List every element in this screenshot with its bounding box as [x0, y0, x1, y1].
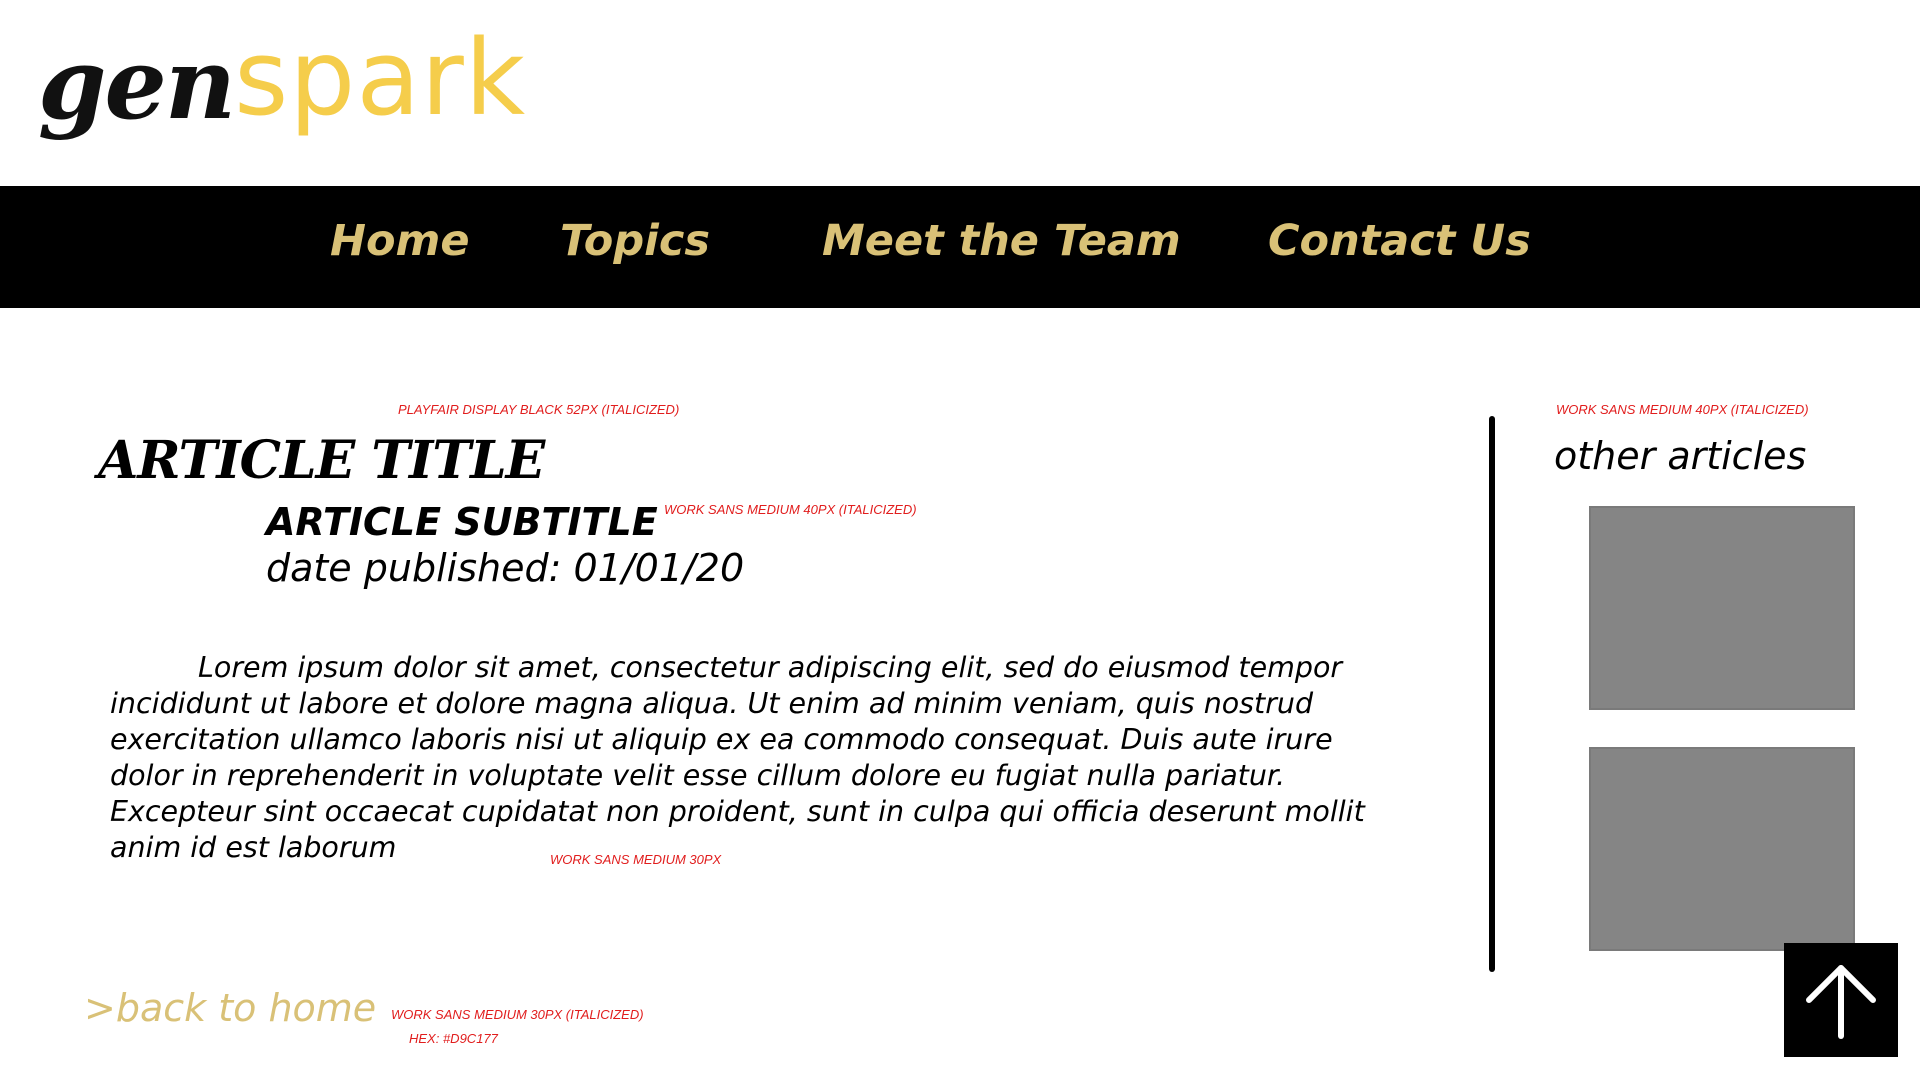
subtitle-font-annotation: WORK SANS MEDIUM 40PX (ITALICIZED)	[664, 502, 917, 517]
main-navbar: Home Topics Meet the Team Contact Us	[0, 186, 1920, 308]
scroll-to-top-button[interactable]	[1784, 943, 1898, 1057]
logo-spark-text: spark	[234, 17, 527, 139]
article-title: ARTICLE TITLE	[98, 430, 545, 491]
nav-item-home[interactable]: Home	[330, 216, 470, 266]
logo-gen-text: gen	[38, 27, 236, 142]
back-to-home-link[interactable]: >back to home	[84, 986, 376, 1030]
back-link-hex-annotation: HEX: #D9C177	[409, 1031, 498, 1046]
nav-item-meet-the-team[interactable]: Meet the Team	[822, 216, 1181, 266]
date-published: date published: 01/01/20	[266, 546, 745, 590]
nav-item-topics[interactable]: Topics	[560, 216, 710, 266]
article-subtitle: ARTICLE SUBTITLE	[266, 500, 658, 544]
genspark-logo[interactable]: gen spark	[38, 16, 526, 156]
nav-item-contact-us[interactable]: Contact Us	[1268, 216, 1531, 266]
other-article-thumbnail-2[interactable]	[1589, 747, 1855, 951]
other-articles-heading: other articles	[1554, 434, 1807, 478]
arrow-up-icon	[1806, 965, 1876, 1039]
title-font-annotation: PLAYFAIR DISPLAY BLACK 52PX (ITALICIZED)	[398, 402, 680, 417]
other-article-thumbnail-1[interactable]	[1589, 506, 1855, 710]
sidebar-font-annotation: WORK SANS MEDIUM 40PX (ITALICIZED)	[1556, 402, 1809, 417]
back-link-font-annotation: WORK SANS MEDIUM 30PX (ITALICIZED)	[391, 1007, 644, 1022]
article-body: Lorem ipsum dolor sit amet, consectetur …	[110, 651, 1365, 864]
sidebar-divider	[1489, 416, 1495, 972]
